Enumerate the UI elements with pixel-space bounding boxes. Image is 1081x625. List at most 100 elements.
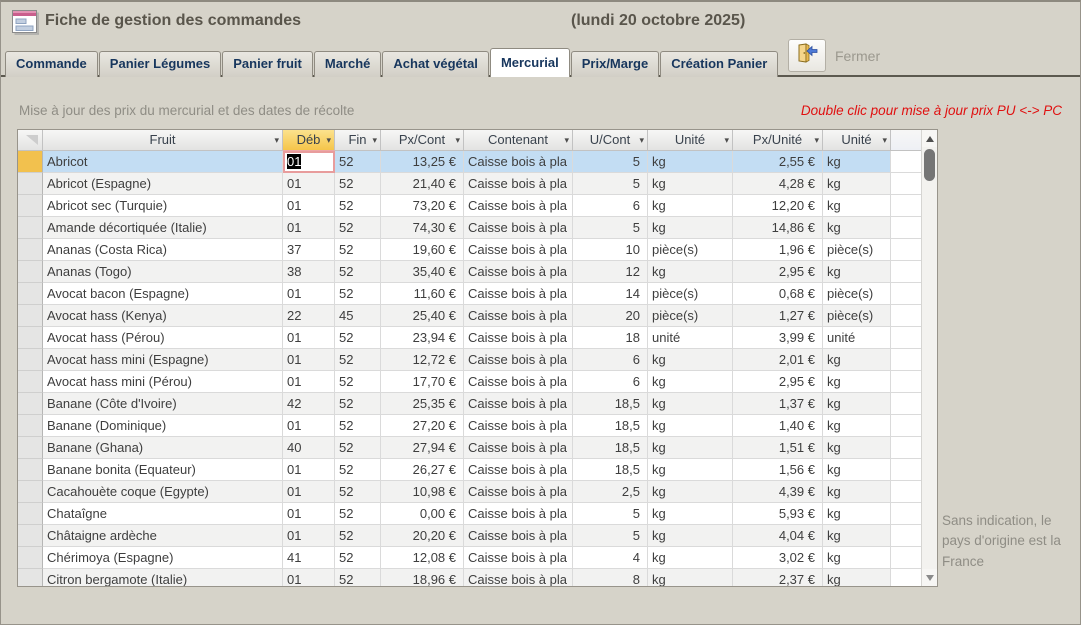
cell-px_unite[interactable]: 2,37 € — [733, 569, 823, 586]
sort-dropdown-icon[interactable]: ▾ — [564, 130, 569, 150]
table-row[interactable]: Banane (Ghana)405227,94 €Caisse bois à p… — [18, 437, 921, 459]
cell-contenant[interactable]: Caisse bois à pla — [464, 459, 573, 481]
cell-contenant[interactable]: Caisse bois à pla — [464, 371, 573, 393]
cell-unite2[interactable]: kg — [823, 459, 891, 481]
table-row[interactable]: Abricot sec (Turquie)015273,20 €Caisse b… — [18, 195, 921, 217]
cell-u_cont[interactable]: 5 — [573, 217, 648, 239]
cell-fruit[interactable]: Banane bonita (Equateur) — [43, 459, 283, 481]
cell-fruit[interactable]: Abricot — [43, 151, 283, 173]
col-header-fruit[interactable]: Fruit▾ — [43, 130, 283, 151]
cell-px_unite[interactable]: 5,93 € — [733, 503, 823, 525]
row-selector[interactable] — [18, 327, 43, 349]
row-selector[interactable] — [18, 261, 43, 283]
cell-px_cont[interactable]: 18,96 € — [381, 569, 464, 586]
cell-fin[interactable]: 52 — [335, 371, 381, 393]
row-selector[interactable] — [18, 415, 43, 437]
cell-fruit[interactable]: Chataîgne — [43, 503, 283, 525]
cell-deb[interactable]: 01 — [283, 459, 335, 481]
vertical-scrollbar[interactable] — [921, 130, 937, 586]
sort-dropdown-icon[interactable]: ▾ — [882, 130, 887, 150]
cell-fin[interactable]: 52 — [335, 217, 381, 239]
cell-px_unite[interactable]: 3,02 € — [733, 547, 823, 569]
table-row[interactable]: Avocat hass (Pérou)015223,94 €Caisse boi… — [18, 327, 921, 349]
cell-fruit[interactable]: Avocat hass mini (Espagne) — [43, 349, 283, 371]
cell-px_cont[interactable]: 17,70 € — [381, 371, 464, 393]
cell-fin[interactable]: 52 — [335, 437, 381, 459]
cell-fin[interactable]: 52 — [335, 151, 381, 173]
cell-unite2[interactable]: kg — [823, 547, 891, 569]
scroll-up-button[interactable] — [922, 130, 937, 147]
cell-unite[interactable]: kg — [648, 261, 733, 283]
cell-u_cont[interactable]: 18,5 — [573, 415, 648, 437]
cell-px_cont[interactable]: 13,25 € — [381, 151, 464, 173]
cell-fruit[interactable]: Cacahouète coque (Egypte) — [43, 481, 283, 503]
cell-deb[interactable]: 37 — [283, 239, 335, 261]
tab-panier-legumes[interactable]: Panier Légumes — [99, 51, 221, 77]
scroll-down-button[interactable] — [922, 569, 937, 586]
cell-u_cont[interactable]: 8 — [573, 569, 648, 586]
cell-fin[interactable]: 52 — [335, 327, 381, 349]
cell-px_unite[interactable]: 1,37 € — [733, 393, 823, 415]
table-row[interactable]: Châtaigne ardèche015220,20 €Caisse bois … — [18, 525, 921, 547]
close-button[interactable] — [788, 39, 826, 72]
cell-deb[interactable]: 01 — [283, 481, 335, 503]
col-header-u_cont[interactable]: U/Cont▾ — [573, 130, 648, 151]
cell-contenant[interactable]: Caisse bois à pla — [464, 239, 573, 261]
table-row[interactable]: Avocat bacon (Espagne)015211,60 €Caisse … — [18, 283, 921, 305]
cell-unite[interactable]: kg — [648, 217, 733, 239]
table-row[interactable]: Amande décortiquée (Italie)015274,30 €Ca… — [18, 217, 921, 239]
cell-unite[interactable]: kg — [648, 371, 733, 393]
cell-deb[interactable]: 42 — [283, 393, 335, 415]
cell-contenant[interactable]: Caisse bois à pla — [464, 481, 573, 503]
cell-unite[interactable]: pièce(s) — [648, 239, 733, 261]
cell-fruit[interactable]: Amande décortiquée (Italie) — [43, 217, 283, 239]
cell-px_cont[interactable]: 23,94 € — [381, 327, 464, 349]
row-selector[interactable] — [18, 371, 43, 393]
cell-unite[interactable]: kg — [648, 349, 733, 371]
cell-unite[interactable]: unité — [648, 327, 733, 349]
tab-commande[interactable]: Commande — [5, 51, 98, 77]
cell-u_cont[interactable]: 5 — [573, 173, 648, 195]
cell-deb[interactable]: 01 — [283, 569, 335, 586]
cell-contenant[interactable]: Caisse bois à pla — [464, 437, 573, 459]
cell-unite2[interactable]: kg — [823, 481, 891, 503]
cell-contenant[interactable]: Caisse bois à pla — [464, 503, 573, 525]
cell-u_cont[interactable]: 5 — [573, 503, 648, 525]
cell-fin[interactable]: 52 — [335, 569, 381, 586]
cell-fruit[interactable]: Ananas (Togo) — [43, 261, 283, 283]
cell-u_cont[interactable]: 5 — [573, 525, 648, 547]
cell-contenant[interactable]: Caisse bois à pla — [464, 525, 573, 547]
cell-deb[interactable]: 01 — [283, 151, 335, 173]
cell-u_cont[interactable]: 10 — [573, 239, 648, 261]
table-row[interactable]: Cacahouète coque (Egypte)015210,98 €Cais… — [18, 481, 921, 503]
cell-fruit[interactable]: Avocat hass mini (Pérou) — [43, 371, 283, 393]
cell-contenant[interactable]: Caisse bois à pla — [464, 283, 573, 305]
cell-deb[interactable]: 01 — [283, 349, 335, 371]
sort-dropdown-icon[interactable]: ▾ — [639, 130, 644, 150]
cell-contenant[interactable]: Caisse bois à pla — [464, 569, 573, 586]
table-row[interactable]: Avocat hass (Kenya)224525,40 €Caisse boi… — [18, 305, 921, 327]
cell-px_cont[interactable]: 21,40 € — [381, 173, 464, 195]
col-header-unite2[interactable]: Unité▾ — [823, 130, 891, 151]
cell-u_cont[interactable]: 18,5 — [573, 459, 648, 481]
cell-px_unite[interactable]: 2,01 € — [733, 349, 823, 371]
cell-px_cont[interactable]: 27,94 € — [381, 437, 464, 459]
cell-fruit[interactable]: Avocat bacon (Espagne) — [43, 283, 283, 305]
cell-px_unite[interactable]: 4,28 € — [733, 173, 823, 195]
sort-dropdown-icon[interactable]: ▾ — [814, 130, 819, 150]
table-row[interactable]: Chérimoya (Espagne)415212,08 €Caisse boi… — [18, 547, 921, 569]
cell-unite2[interactable]: kg — [823, 525, 891, 547]
table-row[interactable]: Banane (Dominique)015227,20 €Caisse bois… — [18, 415, 921, 437]
col-header-px_cont[interactable]: Px/Cont▾ — [381, 130, 464, 151]
cell-px_unite[interactable]: 2,95 € — [733, 371, 823, 393]
cell-fruit[interactable]: Banane (Côte d'Ivoire) — [43, 393, 283, 415]
cell-unite[interactable]: kg — [648, 415, 733, 437]
sort-dropdown-icon[interactable]: ▾ — [455, 130, 460, 150]
col-header-contenant[interactable]: Contenant▾ — [464, 130, 573, 151]
cell-fin[interactable]: 52 — [335, 349, 381, 371]
cell-contenant[interactable]: Caisse bois à pla — [464, 349, 573, 371]
cell-u_cont[interactable]: 5 — [573, 151, 648, 173]
cell-px_unite[interactable]: 2,55 € — [733, 151, 823, 173]
cell-px_unite[interactable]: 14,86 € — [733, 217, 823, 239]
cell-unite2[interactable]: kg — [823, 371, 891, 393]
